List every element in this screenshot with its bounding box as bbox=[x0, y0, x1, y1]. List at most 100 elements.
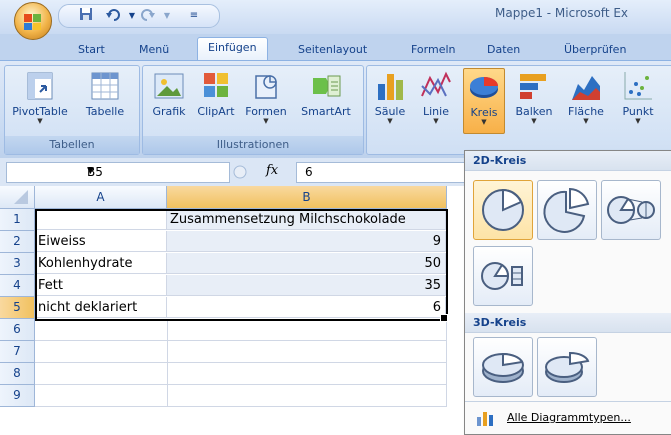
cell-a1[interactable] bbox=[35, 209, 167, 230]
all-chart-types-button[interactable]: Alle Diagrammtypen... bbox=[465, 401, 671, 434]
fill-handle[interactable] bbox=[440, 314, 448, 322]
picture-icon bbox=[153, 70, 185, 102]
row-header[interactable]: 2 bbox=[0, 231, 35, 253]
name-box[interactable]: B5 ▼ bbox=[6, 162, 230, 183]
undo-icon[interactable] bbox=[104, 7, 122, 25]
redo-icon[interactable] bbox=[139, 7, 157, 25]
smartart-icon bbox=[310, 70, 342, 102]
cell-b3[interactable]: 50 bbox=[167, 253, 446, 274]
row-header[interactable]: 3 bbox=[0, 253, 35, 275]
office-button[interactable] bbox=[14, 2, 52, 40]
row-header[interactable]: 5 bbox=[0, 297, 35, 319]
chevron-down-icon: ▼ bbox=[263, 117, 269, 125]
cell-a8[interactable] bbox=[35, 363, 168, 385]
smartart-label: SmartArt bbox=[301, 105, 351, 118]
saeule-button[interactable]: Säule ▼ bbox=[369, 68, 411, 132]
clipart-icon bbox=[200, 70, 232, 102]
exploded-pie-3d-option[interactable] bbox=[537, 337, 597, 397]
balken-button[interactable]: Balken ▼ bbox=[509, 68, 559, 132]
punkt-button[interactable]: Punkt ▼ bbox=[615, 68, 661, 132]
shapes-icon bbox=[250, 70, 282, 102]
pie-2d-option[interactable] bbox=[473, 180, 533, 240]
cell-a2[interactable]: Eiweiss bbox=[35, 231, 167, 252]
tabelle-label: Tabelle bbox=[85, 105, 125, 118]
group-illustrationen: Grafik ClipArt Formen ▼ SmartArt Illustr… bbox=[142, 65, 364, 155]
tab-ueberpruefen[interactable]: Überprüfen bbox=[564, 40, 626, 60]
row-header[interactable]: 7 bbox=[0, 341, 35, 363]
cell-b4[interactable]: 35 bbox=[167, 275, 446, 296]
smartart-button[interactable]: SmartArt bbox=[295, 68, 357, 132]
chevron-down-icon: ▼ bbox=[531, 117, 537, 125]
cell-b5[interactable]: 6 bbox=[167, 297, 446, 318]
chevron-down-icon: ▼ bbox=[37, 117, 43, 125]
chevron-down-icon[interactable]: ▼ bbox=[87, 166, 225, 176]
customize-qat-icon[interactable]: ≡ bbox=[185, 7, 203, 25]
cell-a5[interactable]: nicht deklariert bbox=[35, 297, 167, 318]
exploded-pie-2d-option[interactable] bbox=[537, 180, 597, 240]
clipart-button[interactable]: ClipArt bbox=[193, 68, 239, 132]
formula-value: 6 bbox=[305, 165, 313, 179]
redo-dropdown-icon[interactable]: ▼ bbox=[158, 7, 176, 25]
cell-b1[interactable]: Zusammensetzung Milchschokolade bbox=[167, 209, 446, 230]
group-label-illustrationen: Illustrationen bbox=[143, 136, 363, 154]
ribbon-tabs: Start Menü Einfügen Seitenlayout Formeln… bbox=[0, 34, 671, 61]
tab-seitenlayout[interactable]: Seitenlayout bbox=[298, 40, 367, 60]
chevron-down-icon: ▼ bbox=[387, 117, 393, 125]
tab-start[interactable]: Start bbox=[78, 40, 105, 60]
cell-b2[interactable]: 9 bbox=[167, 231, 446, 252]
tabelle-button[interactable]: Tabelle bbox=[75, 68, 135, 132]
section-2d-kreis: 2D-Kreis bbox=[465, 151, 671, 171]
row-header[interactable]: 4 bbox=[0, 275, 35, 297]
pie-of-pie-option[interactable] bbox=[601, 180, 661, 240]
pie-3d-option[interactable] bbox=[473, 337, 533, 397]
chevron-down-icon: ▼ bbox=[635, 117, 641, 125]
quick-access-toolbar: ▼ ▼ ≡ bbox=[58, 4, 220, 28]
bar-of-pie-option[interactable] bbox=[473, 246, 533, 306]
group-tabellen: PivotTable ▼ Tabelle Tabellen bbox=[4, 65, 140, 155]
cell-a7[interactable] bbox=[35, 341, 168, 363]
cell-a9[interactable] bbox=[35, 385, 168, 407]
column-chart-icon bbox=[374, 70, 406, 102]
chart-types-icon bbox=[477, 412, 493, 426]
all-chart-types-label: Alle Diagrammtypen... bbox=[507, 411, 631, 424]
cell-b8[interactable] bbox=[167, 363, 447, 385]
cell-b9[interactable] bbox=[167, 385, 447, 407]
cell-b7[interactable] bbox=[167, 341, 447, 363]
cell-b6[interactable] bbox=[167, 319, 447, 341]
cell-a4[interactable]: Fett bbox=[35, 275, 167, 296]
line-chart-icon bbox=[420, 70, 452, 102]
select-all-corner[interactable] bbox=[0, 186, 35, 209]
pie-3d-icon bbox=[482, 352, 524, 383]
exploded-pie-3d-icon bbox=[545, 351, 590, 383]
tab-formeln[interactable]: Formeln bbox=[411, 40, 456, 60]
row-header[interactable]: 9 bbox=[0, 385, 35, 407]
flaeche-button[interactable]: Fläche ▼ bbox=[561, 68, 611, 132]
cell-a3[interactable]: Kohlenhydrate bbox=[35, 253, 167, 274]
row-header[interactable]: 1 bbox=[0, 209, 35, 231]
column-header-b[interactable]: B bbox=[167, 186, 447, 209]
table-icon bbox=[89, 70, 121, 102]
grafik-button[interactable]: Grafik bbox=[147, 68, 191, 132]
tab-einfuegen[interactable]: Einfügen bbox=[197, 37, 268, 61]
ribbon: PivotTable ▼ Tabelle Tabellen Grafik Cli… bbox=[0, 60, 671, 159]
chevron-down-icon: ▼ bbox=[433, 117, 439, 125]
scatter-chart-icon bbox=[622, 70, 654, 102]
kreis-button[interactable]: Kreis ▼ bbox=[463, 68, 505, 134]
tab-menu[interactable]: Menü bbox=[139, 40, 169, 60]
cell-a6[interactable] bbox=[35, 319, 168, 341]
formen-button[interactable]: Formen ▼ bbox=[241, 68, 291, 132]
pivottable-button[interactable]: PivotTable ▼ bbox=[7, 68, 73, 132]
bar-chart-icon bbox=[518, 70, 550, 102]
fx-area: fx bbox=[232, 162, 292, 181]
row-header[interactable]: 6 bbox=[0, 319, 35, 341]
linie-button[interactable]: Linie ▼ bbox=[415, 68, 457, 132]
row-header[interactable]: 8 bbox=[0, 363, 35, 385]
pie-icon bbox=[482, 188, 524, 231]
insert-function-icon[interactable]: fx bbox=[266, 163, 278, 178]
save-icon[interactable] bbox=[77, 7, 95, 25]
tab-daten[interactable]: Daten bbox=[487, 40, 520, 60]
clipart-label: ClipArt bbox=[197, 105, 235, 118]
pie-chart-gallery: 2D-Kreis 3D-Kreis Alle Diagrammtypen... bbox=[464, 150, 671, 435]
column-header-a[interactable]: A bbox=[35, 186, 167, 209]
group-label-tabellen: Tabellen bbox=[5, 136, 139, 154]
